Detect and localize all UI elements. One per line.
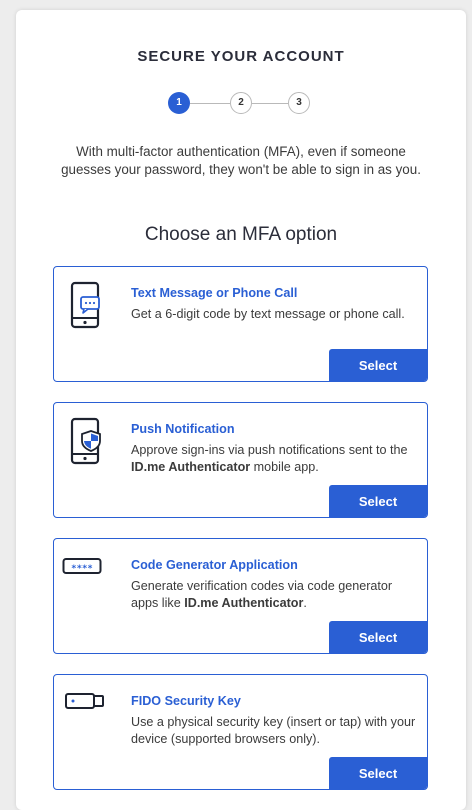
phone-chat-icon [68, 279, 102, 334]
step-2: 2 [230, 92, 252, 114]
option-description: Generate verification codes via code gen… [131, 579, 393, 610]
security-key-icon [64, 691, 108, 718]
option-text-message[interactable]: Text Message or Phone Call Get a 6-digit… [53, 266, 428, 382]
step-1: 1 [168, 92, 190, 114]
option-title: Text Message or Phone Call [131, 286, 298, 300]
select-button[interactable]: Select [329, 349, 427, 381]
option-description: Use a physical security key (insert or t… [131, 715, 416, 746]
select-button[interactable]: Select [329, 757, 427, 789]
phone-shield-icon [68, 415, 102, 470]
option-title: Push Notification [131, 422, 235, 436]
option-fido-security-key[interactable]: FIDO Security Key Use a physical securit… [53, 674, 428, 790]
svg-text:****: **** [71, 564, 93, 574]
intro-text: With multi-factor authentication (MFA), … [61, 144, 421, 177]
section-subtitle: Choose an MFA option [144, 224, 338, 245]
select-button[interactable]: Select [329, 485, 427, 517]
option-title: FIDO Security Key [131, 694, 241, 708]
option-description: Approve sign-ins via push notifications … [131, 443, 408, 474]
option-description: Get a 6-digit code by text message or ph… [131, 307, 405, 321]
code-asterisks-icon: **** [62, 557, 102, 582]
option-code-generator[interactable]: **** Code Generator Application Generate… [53, 538, 428, 654]
page-title: SECURE YOUR ACCOUNT [137, 48, 345, 65]
stepper-connector [190, 103, 230, 104]
stepper-connector [252, 103, 288, 104]
step-3: 3 [288, 92, 310, 114]
progress-stepper: 1 2 3 [168, 92, 318, 116]
option-push-notification[interactable]: Push Notification Approve sign-ins via p… [53, 402, 428, 518]
select-button[interactable]: Select [329, 621, 427, 653]
option-title: Code Generator Application [131, 558, 298, 572]
